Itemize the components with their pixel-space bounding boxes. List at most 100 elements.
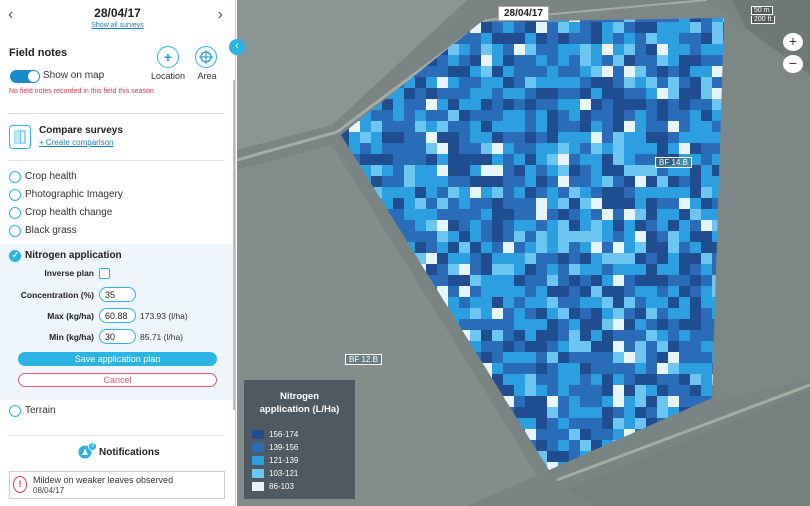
overlay-cell	[690, 77, 701, 88]
overlay-cell	[404, 176, 415, 187]
overlay-cell	[668, 99, 679, 110]
overlay-cell	[558, 187, 569, 198]
overlay-cell	[558, 275, 569, 286]
overlay-cell	[646, 88, 657, 99]
overlay-cell	[690, 110, 701, 121]
overlay-cell	[635, 253, 646, 264]
overlay-cell	[580, 198, 591, 209]
overlay-cell	[646, 275, 657, 286]
overlay-cell	[635, 231, 646, 242]
collapse-sidebar-button[interactable]: ‹	[229, 39, 245, 55]
location-button[interactable]: +	[157, 46, 179, 68]
overlay-cell	[448, 154, 459, 165]
field-label-bf12b[interactable]: BF 12.B	[345, 354, 382, 365]
overlay-cell	[657, 22, 668, 33]
create-comparison-link[interactable]: + Create comparison	[39, 138, 113, 147]
overlay-cell	[591, 418, 602, 429]
overlay-cell	[701, 143, 712, 154]
layer-label-crop-health-change[interactable]: Crop health change	[25, 207, 112, 218]
overlay-cell	[690, 143, 701, 154]
overlay-cell	[613, 198, 624, 209]
overlay-cell	[646, 99, 657, 110]
overlay-cell	[602, 253, 613, 264]
next-survey-button[interactable]: ›	[218, 6, 223, 24]
overlay-cell	[536, 352, 547, 363]
area-button[interactable]	[195, 46, 217, 68]
overlay-cell	[503, 143, 514, 154]
zoom-out-button[interactable]: −	[783, 55, 803, 73]
overlay-cell	[514, 99, 525, 110]
zoom-in-button[interactable]: +	[783, 33, 803, 51]
cancel-button[interactable]: Cancel	[18, 373, 217, 387]
concentration-input[interactable]	[99, 287, 136, 302]
layer-radio-photographic-imagery[interactable]	[9, 189, 21, 201]
overlay-cell	[393, 121, 404, 132]
layer-label-crop-health[interactable]: Crop health	[25, 171, 77, 182]
overlay-cell	[437, 154, 448, 165]
overlay-cell	[459, 176, 470, 187]
layer-label-black-grass[interactable]: Black grass	[25, 225, 77, 236]
overlay-cell	[349, 132, 360, 143]
overlay-cell	[492, 66, 503, 77]
layer-radio-crop-health-change[interactable]	[9, 207, 21, 219]
overlay-cell	[569, 55, 580, 66]
layer-radio-nitrogen-application[interactable]	[9, 250, 21, 262]
layer-label-terrain[interactable]: Terrain	[25, 405, 56, 416]
overlay-cell	[393, 165, 404, 176]
overlay-cell	[635, 198, 646, 209]
overlay-cell	[668, 264, 679, 275]
overlay-cell	[547, 66, 558, 77]
notification-item[interactable]: ! Mildew on weaker leaves observed 08/04…	[9, 471, 225, 499]
overlay-cell	[558, 319, 569, 330]
overlay-cell	[481, 88, 492, 99]
overlay-cell	[481, 341, 492, 352]
overlay-cell	[558, 33, 569, 44]
min-input[interactable]	[99, 329, 136, 344]
overlay-cell	[437, 231, 448, 242]
save-application-plan-button[interactable]: Save application plan	[18, 352, 217, 366]
show-all-surveys-link[interactable]: Show all surveys	[0, 22, 235, 29]
overlay-cell	[558, 209, 569, 220]
overlay-cell	[492, 132, 503, 143]
overlay-cell	[503, 308, 514, 319]
overlay-cell	[503, 209, 514, 220]
layer-label-photographic-imagery[interactable]: Photographic Imagery	[25, 189, 123, 200]
layer-radio-black-grass[interactable]	[9, 225, 21, 237]
overlay-cell	[459, 77, 470, 88]
overlay-cell	[613, 77, 624, 88]
overlay-cell	[437, 253, 448, 264]
overlay-cell	[657, 231, 668, 242]
field-label-bf14b[interactable]: BF 14.B	[655, 157, 692, 168]
overlay-cell	[602, 341, 613, 352]
overlay-cell	[536, 88, 547, 99]
overlay-cell	[492, 231, 503, 242]
layer-radio-terrain[interactable]	[9, 405, 21, 417]
prev-survey-button[interactable]: ‹	[8, 6, 13, 24]
overlay-cell	[635, 407, 646, 418]
overlay-cell	[558, 330, 569, 341]
overlay-cell	[569, 176, 580, 187]
nitrogen-application-title[interactable]: Nitrogen application	[25, 250, 122, 261]
show-on-map-toggle[interactable]	[10, 70, 40, 83]
overlay-cell	[668, 231, 679, 242]
nitrogen-legend: Nitrogen application (L/Ha) 156-174 139-1…	[244, 380, 355, 499]
sidebar-scrollbar[interactable]	[233, 80, 235, 410]
overlay-cell	[613, 165, 624, 176]
overlay-cell	[514, 220, 525, 231]
map-view[interactable]: 28/04/17 50 m 200 ft + − BF 14.B BF 12.B…	[237, 0, 810, 506]
location-label: Location	[150, 71, 186, 81]
overlay-cell	[525, 110, 536, 121]
overlay-cell	[426, 66, 437, 77]
overlay-cell	[382, 187, 393, 198]
overlay-cell	[459, 99, 470, 110]
overlay-cell	[437, 209, 448, 220]
max-input[interactable]	[99, 308, 136, 323]
overlay-cell	[360, 132, 371, 143]
overlay-cell	[635, 264, 646, 275]
overlay-cell	[525, 132, 536, 143]
overlay-cell	[624, 44, 635, 55]
overlay-cell	[470, 275, 481, 286]
layer-radio-crop-health[interactable]	[9, 171, 21, 183]
notification-date: 08/04/17	[33, 486, 65, 495]
inverse-plan-checkbox[interactable]	[99, 268, 110, 279]
